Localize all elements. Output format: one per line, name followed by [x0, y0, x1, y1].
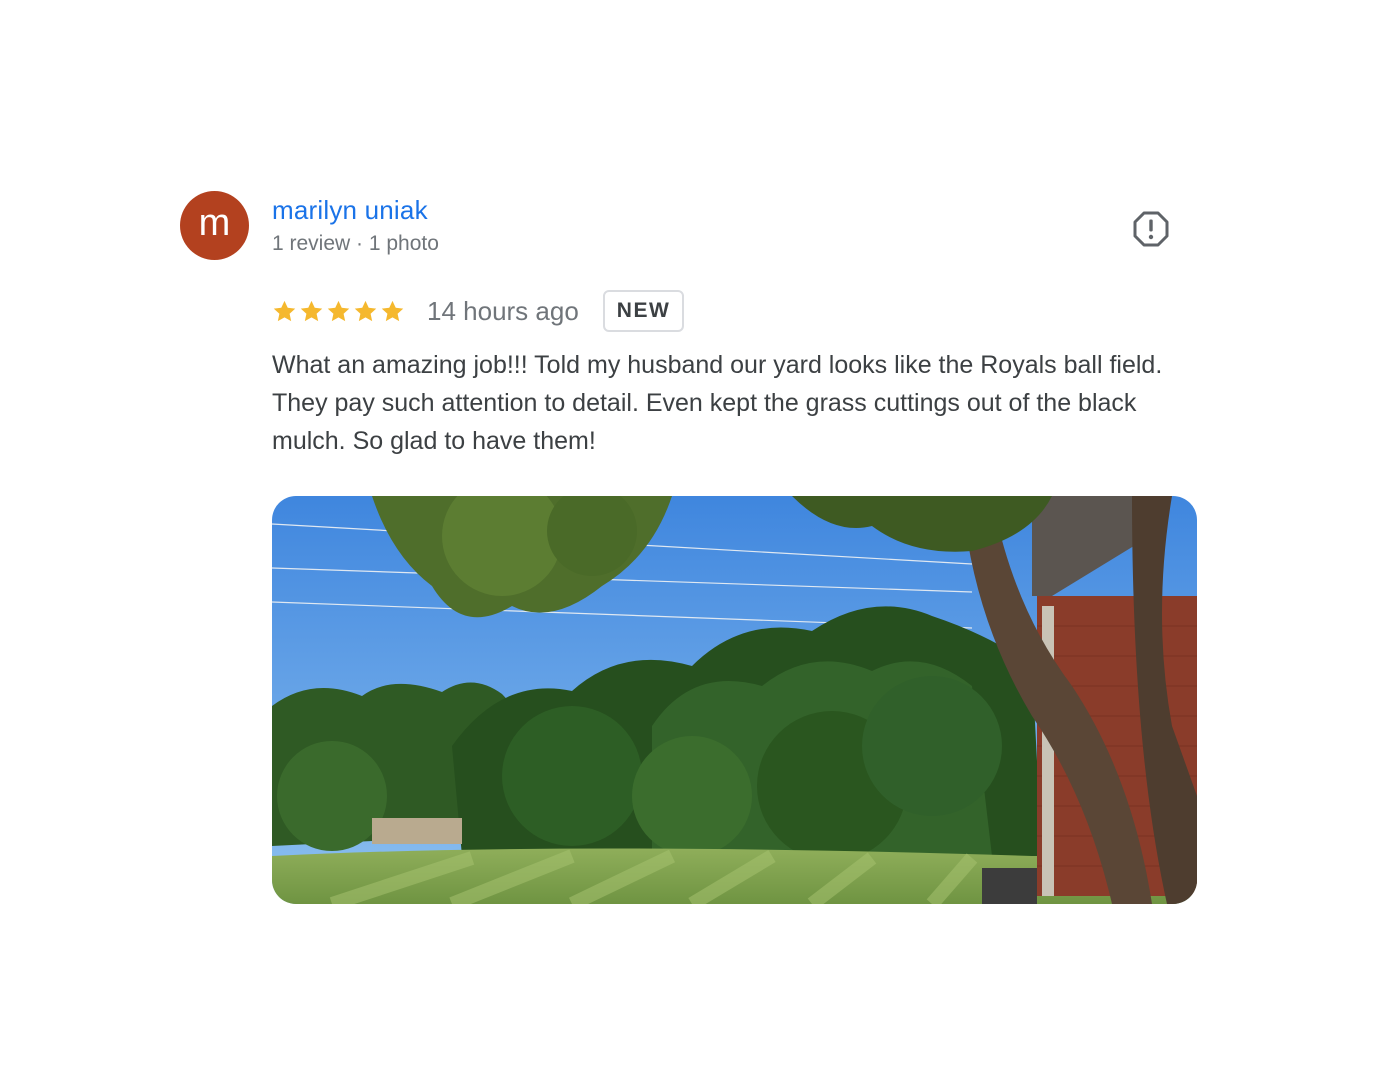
star-icon: [273, 300, 296, 321]
rating-row: 14 hours ago NEW: [272, 288, 685, 334]
star-rating: [272, 299, 405, 324]
report-button[interactable]: [1132, 210, 1170, 248]
author-meta: 1 review · 1 photo: [272, 232, 439, 255]
review-photo[interactable]: [272, 496, 1197, 904]
report-flag-icon: [1133, 211, 1169, 247]
star-icon: [381, 300, 404, 321]
avatar[interactable]: m: [180, 191, 249, 260]
star-icon: [327, 300, 350, 321]
new-badge: NEW: [602, 290, 685, 332]
star-icon: [300, 300, 323, 321]
star-icon: [354, 300, 377, 321]
review-card: m marilyn uniak 1 review · 1 photo 14 ho…: [0, 0, 1382, 1092]
review-text: What an amazing job!!! Told my husband o…: [272, 351, 1163, 455]
avatar-initial: m: [198, 201, 231, 244]
review-time: 14 hours ago: [427, 295, 579, 326]
author-name-link[interactable]: marilyn uniak: [272, 195, 428, 226]
backyard-lawn-photo: [272, 496, 1197, 904]
